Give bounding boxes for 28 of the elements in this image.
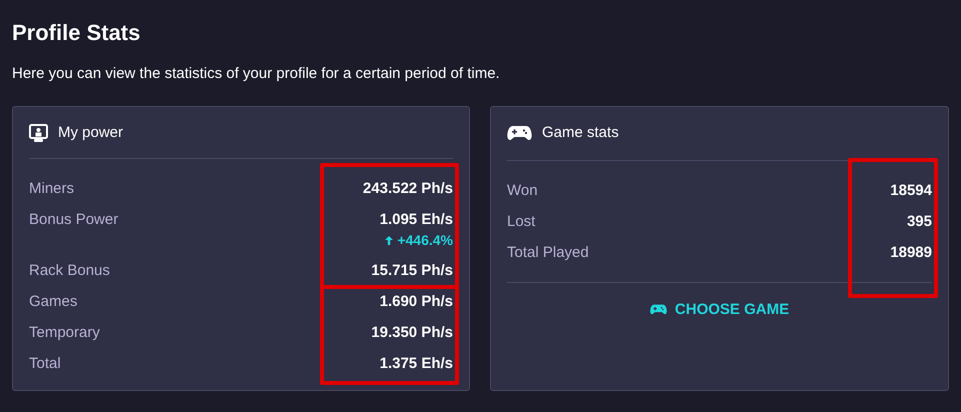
arrow-up-icon: [385, 236, 394, 244]
stat-value: 1.375 Eh/s: [380, 354, 453, 374]
card-title: Game stats: [542, 123, 619, 143]
monitor-user-icon: [29, 124, 48, 142]
stat-label: Total Played: [507, 243, 589, 263]
stat-value: 19.350 Ph/s: [371, 323, 453, 343]
gamepad-icon: [507, 125, 532, 141]
choose-game-button[interactable]: CHOOSE GAME: [646, 297, 794, 322]
gamepad-icon: [650, 304, 667, 315]
stat-value: 18989: [890, 243, 932, 263]
stat-value: 15.715 Ph/s: [371, 261, 453, 281]
stat-value: 1.095 Eh/s: [380, 210, 453, 230]
stat-label: Won: [507, 181, 538, 201]
page-description: Here you can view the statistics of your profile for a certain period of time.: [12, 64, 501, 84]
stat-value: 1.690 Ph/s: [380, 292, 453, 312]
stat-label: Games: [29, 292, 78, 312]
stat-label: Temporary: [29, 323, 100, 343]
stat-label: Miners: [29, 179, 74, 199]
stat-value: 395: [906, 212, 932, 232]
change-value: +446.4%: [397, 231, 453, 250]
page-title: Profile Stats: [12, 20, 142, 46]
card-title: My power: [58, 123, 124, 143]
stat-label: Lost: [507, 212, 536, 232]
stat-label: Bonus Power: [29, 210, 118, 230]
stat-value: 243.522 Ph/s: [362, 179, 453, 199]
stat-label: Rack Bonus: [29, 261, 110, 281]
stat-value: 18594: [890, 181, 932, 201]
stat-label: Total: [29, 354, 61, 374]
